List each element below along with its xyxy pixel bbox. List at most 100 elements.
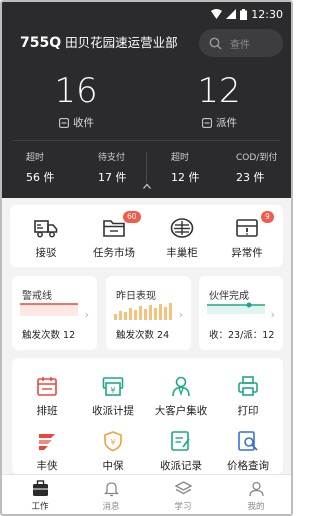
wifi-icon xyxy=(211,9,223,19)
nav-tab-messages[interactable]: 消息 xyxy=(86,480,136,512)
stat-label-cod: COD/到付 xyxy=(236,153,278,163)
clock: 12:30 xyxy=(251,7,283,21)
stat-value-overtime-receive[interactable]: 56 件 xyxy=(26,169,55,185)
grid-label-schedule: 排班 xyxy=(36,405,58,417)
chevron-right-icon: › xyxy=(84,308,89,321)
app-frame: 12:30 755Q 田贝花园速运营业部 查件 16 收件 12 派件 超时 56… xyxy=(0,0,293,516)
header-divider xyxy=(12,140,281,141)
nav-label-work: 工作 xyxy=(31,502,49,512)
deliver-count[interactable]: 12 xyxy=(179,71,259,111)
status-bar: 12:30 xyxy=(211,7,283,21)
nav-tab-work[interactable]: 工作 xyxy=(15,480,65,512)
grid-label-insurance: 中保 xyxy=(102,460,124,472)
grid-label-fengxia: 丰侠 xyxy=(36,460,58,472)
chevron-right-icon: › xyxy=(270,308,275,321)
nav-label-mine: 我的 xyxy=(247,502,265,512)
stat-label-unpaid: 待支付 xyxy=(98,153,126,163)
stat-label-overtime-receive: 超时 xyxy=(26,153,45,163)
deliver-label[interactable]: 派件 xyxy=(202,115,237,130)
calendar-icon xyxy=(37,377,57,396)
receive-icon xyxy=(59,117,69,128)
search-placeholder: 查件 xyxy=(230,39,250,51)
stat-value-overtime-deliver[interactable]: 12 件 xyxy=(171,169,200,185)
bell-icon xyxy=(103,482,119,497)
quick-item-transfer[interactable]: 接驳 xyxy=(14,217,78,260)
grid-label-key-account: 大客户集收 xyxy=(154,405,208,417)
nav-label-study: 学习 xyxy=(174,502,192,512)
truck-icon xyxy=(34,220,58,238)
grid-label-price-query: 价格查询 xyxy=(227,460,269,472)
quick-label-locker: 丰巢柜 xyxy=(166,247,198,259)
battery-icon xyxy=(240,8,248,20)
yesterday-performance-card[interactable]: 昨日表现 › 触发次数 24 xyxy=(106,276,191,350)
grid-item-records[interactable]: 收派记录 xyxy=(146,430,216,473)
customer-icon xyxy=(172,376,190,397)
grid-item-key-account[interactable]: 大客户集收 xyxy=(146,375,216,418)
price-search-icon xyxy=(238,431,258,451)
cabinet-icon xyxy=(170,218,194,238)
exception-badge: 9 xyxy=(261,211,274,223)
work-icon xyxy=(32,480,48,496)
quick-label-transfer: 接驳 xyxy=(35,247,57,259)
payment-icon: ¥ xyxy=(102,377,124,396)
receive-label-text: 收件 xyxy=(73,117,94,129)
grid-label-commission: 收派计提 xyxy=(92,405,134,417)
warning-line-count: 触发次数 12 xyxy=(22,330,76,341)
quick-item-exception[interactable]: 异常件 9 xyxy=(215,211,279,260)
grid-label-records: 收派记录 xyxy=(160,460,202,472)
header-panel: 12:30 755Q 田贝花园速运营业部 查件 16 收件 12 派件 超时 56… xyxy=(2,2,291,198)
deliver-icon xyxy=(202,117,212,128)
grid-item-insurance[interactable]: ¥ 中保 xyxy=(78,430,148,473)
shield-icon: ¥ xyxy=(104,431,122,452)
chevron-right-icon: › xyxy=(178,308,183,321)
partner-completion-count: 收：23/派：12 xyxy=(209,330,275,341)
stats-separator xyxy=(146,152,147,182)
search-box[interactable]: 查件 xyxy=(199,29,283,57)
quick-label-task-market: 任务市场 xyxy=(93,247,135,259)
study-icon xyxy=(174,481,192,495)
printer-icon xyxy=(238,376,258,396)
deliver-label-text: 派件 xyxy=(216,117,237,129)
station-title: 755Q 田贝花园速运营业部 xyxy=(20,32,178,51)
quick-item-locker[interactable]: 丰巢柜 xyxy=(150,217,214,260)
receive-label[interactable]: 收件 xyxy=(59,115,94,130)
receive-count[interactable]: 16 xyxy=(36,71,116,111)
function-grid-card: 排班 ¥ 收派计提 大客户集收 打印 丰侠 ¥ 中保 收派记录 价格查询 xyxy=(12,358,283,474)
feather-icon xyxy=(39,434,55,450)
grid-item-print[interactable]: 打印 xyxy=(213,375,283,418)
quick-label-exception: 异常件 xyxy=(231,247,263,259)
yesterday-bar-chart xyxy=(114,303,172,320)
warning-line-sparkline xyxy=(20,303,78,316)
bottom-navigation: 工作 消息 学习 我的 xyxy=(2,474,291,514)
record-icon xyxy=(171,431,190,451)
exception-box-icon xyxy=(236,219,258,237)
partner-completion-title: 伙伴完成 xyxy=(209,291,249,302)
nav-tab-mine[interactable]: 我的 xyxy=(231,480,281,512)
station-code: 755Q xyxy=(20,35,62,51)
task-market-badge: 60 xyxy=(123,211,141,223)
profile-icon xyxy=(248,481,264,497)
svg-text:¥: ¥ xyxy=(110,438,115,447)
quick-item-task-market[interactable]: 任务市场 60 xyxy=(82,211,146,260)
station-name: 田贝花园速运营业部 xyxy=(65,35,178,50)
grid-label-print: 打印 xyxy=(237,405,259,417)
nav-label-messages: 消息 xyxy=(102,502,120,512)
quick-actions-card: 接驳 任务市场 60 丰巢柜 异常件 9 xyxy=(10,205,283,267)
stat-label-overtime-deliver: 超时 xyxy=(171,153,190,163)
signal-icon xyxy=(226,9,237,19)
stat-value-unpaid[interactable]: 17 件 xyxy=(98,169,127,185)
partner-completion-card[interactable]: 伙伴完成 › 收：23/派：12 xyxy=(199,276,283,350)
svg-text:¥: ¥ xyxy=(110,386,115,395)
grid-item-fengxia[interactable]: 丰侠 xyxy=(12,430,82,473)
chevron-up-icon[interactable] xyxy=(143,183,151,189)
grid-item-price-query[interactable]: 价格查询 xyxy=(213,430,283,473)
search-icon xyxy=(209,37,222,49)
grid-item-schedule[interactable]: 排班 xyxy=(12,375,82,418)
nav-tab-study[interactable]: 学习 xyxy=(158,480,208,512)
stat-value-cod[interactable]: 23 件 xyxy=(236,169,265,185)
grid-item-commission[interactable]: ¥ 收派计提 xyxy=(78,375,148,418)
yesterday-performance-count: 触发次数 24 xyxy=(116,330,170,341)
folder-icon xyxy=(103,220,125,237)
warning-line-card[interactable]: 警戒线 › 触发次数 12 xyxy=(12,276,97,350)
partner-progress-bar xyxy=(207,302,265,314)
